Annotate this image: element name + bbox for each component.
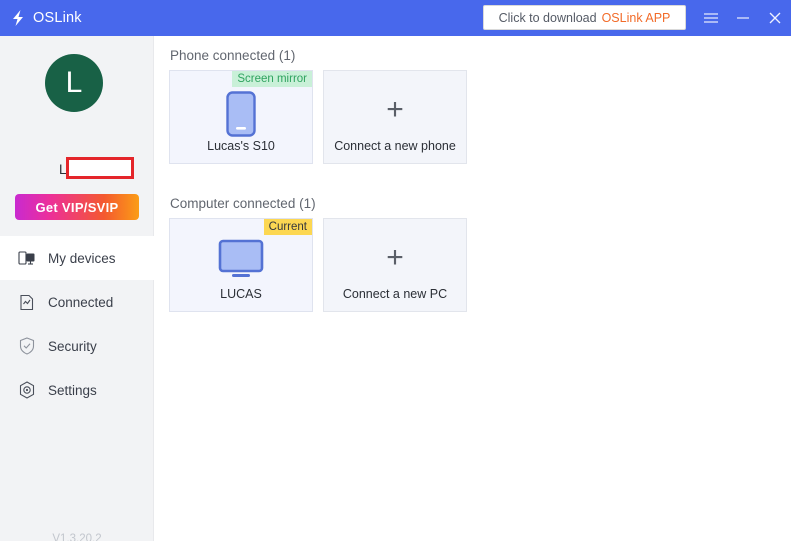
app-title: OSLink [33,10,82,26]
close-icon[interactable] [759,0,791,36]
plus-icon: + [386,93,404,126]
connect-new-phone-label: Connect a new phone [334,139,456,153]
sidebar-item-label: Security [48,338,97,354]
sidebar-item-my-devices[interactable]: My devices [0,236,154,280]
sidebar-item-security[interactable]: Security [0,324,154,368]
sidebar-item-connected[interactable]: Connected [0,280,154,324]
brand: OSLink [10,9,82,27]
get-vip-button[interactable]: Get VIP/SVIP [15,194,139,220]
avatar-initial: L [65,66,83,99]
connect-new-phone-button[interactable]: + Connect a new phone [323,70,467,164]
app-version: V1.3.20.2 [52,533,102,541]
window-controls [695,0,791,36]
device-card-phone[interactable]: Screen mirror Lucas's S10 [169,70,313,164]
sidebar-item-label: Connected [48,294,114,310]
settings-icon [18,381,36,399]
redaction-box [66,157,134,179]
connected-icon [18,293,36,311]
minimize-icon[interactable] [727,0,759,36]
device-name: LUCAS [220,287,262,301]
shield-icon [18,337,36,355]
hamburger-menu-icon[interactable] [695,0,727,36]
status-badge: Current [263,219,312,235]
sidebar-nav: My devices Connected Security Settings [0,236,154,412]
download-app-button[interactable]: Click to download OSLink APP [483,5,686,30]
plus-icon: + [386,241,404,274]
sidebar-item-settings[interactable]: Settings [0,368,154,412]
titlebar: OSLink Click to download OSLink APP [0,0,791,36]
status-badge: Screen mirror [232,71,312,87]
app-window: OSLink Click to download OSLink APP L Ge… [0,0,791,541]
main-content: Phone connected (1) Screen mirror Lucas'… [155,36,791,541]
sidebar-item-label: My devices [48,250,116,266]
device-card-computer[interactable]: Current LUCAS [169,218,313,312]
phone-icon [170,91,312,137]
download-button-accent: OSLink APP [601,10,671,25]
monitor-icon [170,239,312,279]
device-name: Lucas's S10 [207,139,275,153]
connect-new-pc-button[interactable]: + Connect a new PC [323,218,467,312]
avatar[interactable]: L [45,54,103,112]
computer-section-title: Computer connected (1) [170,196,316,211]
devices-icon [18,249,36,267]
sidebar-item-label: Settings [48,382,97,398]
lightning-bolt-icon [10,9,26,27]
phone-section-title: Phone connected (1) [170,48,296,63]
connect-new-pc-label: Connect a new PC [342,287,448,301]
download-button-text: Click to download [498,10,597,25]
sidebar: L Lucas Get VIP/SVIP My devices [0,36,154,541]
